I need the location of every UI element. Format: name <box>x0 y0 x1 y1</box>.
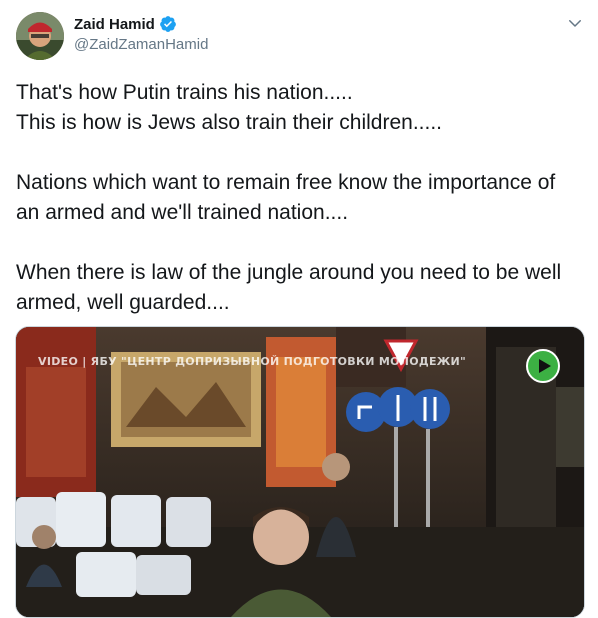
tweet-text: That's how Putin trains his nation..... … <box>16 78 582 318</box>
author-display-name[interactable]: Zaid Hamid <box>74 16 155 33</box>
author-name-row: Zaid Hamid <box>74 15 177 33</box>
author-handle[interactable]: @ZaidZamanHamid <box>74 36 208 53</box>
avatar[interactable] <box>16 12 64 60</box>
tweet-paragraph: That's how Putin trains his nation..... … <box>16 81 442 134</box>
avatar-image <box>16 12 64 60</box>
tweet-card: Zaid Hamid @ZaidZamanHamid That's how Pu… <box>0 0 598 618</box>
chevron-down-icon[interactable] <box>566 14 584 32</box>
video-thumbnail <box>16 327 584 617</box>
tweet-video[interactable]: VIDEO | ЯБУ "ЦЕНТР ДОПРИЗЫВНОЙ ПОДГОТОВК… <box>15 326 585 618</box>
verified-badge-icon <box>159 16 176 32</box>
tweet-paragraph: When there is law of the jungle around y… <box>16 261 562 314</box>
video-overlay-caption: VIDEO | ЯБУ "ЦЕНТР ДОПРИЗЫВНОЙ ПОДГОТОВК… <box>38 355 467 368</box>
play-icon[interactable] <box>526 349 560 383</box>
tweet-paragraph: Nations which want to remain free know t… <box>16 171 556 224</box>
